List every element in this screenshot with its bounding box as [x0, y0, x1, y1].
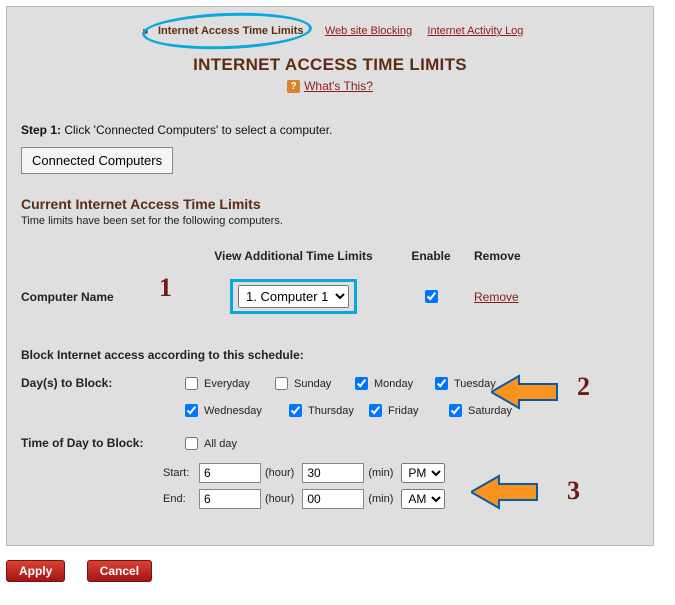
- step1-text: Step 1: Click 'Connected Computers' to s…: [21, 123, 639, 137]
- day-item-thursday[interactable]: Thursday: [285, 401, 365, 420]
- days-grid: Everyday Sunday Monday Tuesday Wednesday Thur…: [181, 374, 541, 420]
- annotation-number-2: 2: [577, 372, 590, 402]
- day-checkbox-friday[interactable]: [369, 404, 382, 417]
- step1-body: Click 'Connected Computers' to select a …: [61, 123, 332, 137]
- day-item-wednesday[interactable]: Wednesday: [181, 401, 285, 420]
- enable-checkbox[interactable]: [425, 290, 438, 303]
- apply-button[interactable]: Apply: [6, 560, 65, 582]
- day-label: Thursday: [308, 405, 354, 417]
- days-label: Day(s) to Block:: [21, 374, 181, 390]
- tab-time-limits-label: Internet Access Time Limits: [158, 25, 304, 37]
- button-bar: Apply Cancel: [6, 560, 675, 582]
- tab-time-limits[interactable]: ■ Internet Access Time Limits: [137, 25, 310, 37]
- day-item-monday[interactable]: Monday: [351, 374, 431, 393]
- limits-table-row: Computer Name 1. Computer 1 Remove 1: [21, 279, 639, 314]
- day-label: Wednesday: [204, 405, 262, 417]
- cancel-button[interactable]: Cancel: [87, 560, 152, 582]
- day-label: Saturday: [468, 405, 512, 417]
- annotation-number-3: 3: [567, 476, 580, 506]
- bullet-icon: ■: [143, 26, 148, 36]
- schedule-head: Block Internet access according to this …: [21, 348, 639, 362]
- page-title: INTERNET ACCESS TIME LIMITS: [21, 55, 639, 75]
- tab-bar: ■ Internet Access Time Limits Web site Bl…: [21, 23, 639, 37]
- all-day-checkbox[interactable]: [185, 437, 198, 450]
- annotation-highlight-select: 1. Computer 1: [230, 279, 357, 314]
- question-icon: ?: [287, 80, 300, 93]
- tab-activity-log[interactable]: Internet Activity Log: [427, 25, 523, 37]
- day-label: Sunday: [294, 378, 331, 390]
- whats-this-link[interactable]: What's This?: [304, 79, 373, 93]
- start-hour-unit: (hour): [265, 467, 294, 479]
- annotation-number-1: 1: [159, 273, 172, 303]
- start-min-input[interactable]: [302, 463, 364, 483]
- day-item-saturday[interactable]: Saturday: [445, 401, 525, 420]
- days-row: Day(s) to Block: Everyday Sunday Monday Tue…: [21, 374, 639, 420]
- end-hour-input[interactable]: [199, 489, 261, 509]
- day-checkbox-everyday[interactable]: [185, 377, 198, 390]
- day-label: Tuesday: [454, 378, 496, 390]
- end-hour-unit: (hour): [265, 493, 294, 505]
- day-item-everyday[interactable]: Everyday: [181, 374, 271, 393]
- end-label: End:: [163, 493, 199, 505]
- end-ampm-select[interactable]: AM: [401, 489, 445, 509]
- col-remove-head: Remove: [466, 249, 554, 263]
- day-item-sunday[interactable]: Sunday: [271, 374, 351, 393]
- end-min-input[interactable]: [302, 489, 364, 509]
- col-enable-head: Enable: [396, 249, 466, 263]
- remove-link[interactable]: Remove: [474, 290, 519, 304]
- day-checkbox-thursday[interactable]: [289, 404, 302, 417]
- day-checkbox-saturday[interactable]: [449, 404, 462, 417]
- day-item-tuesday[interactable]: Tuesday: [431, 374, 511, 393]
- start-min-unit: (min): [368, 467, 393, 479]
- time-label: Time of Day to Block:: [21, 434, 181, 450]
- day-label: Friday: [388, 405, 419, 417]
- start-hour-input[interactable]: [199, 463, 261, 483]
- time-row-block: Time of Day to Block: All day Start: (ho…: [21, 434, 639, 509]
- main-panel: ■ Internet Access Time Limits Web site Bl…: [6, 6, 654, 546]
- limits-table-header: View Additional Time Limits Enable Remov…: [21, 249, 639, 263]
- day-checkbox-monday[interactable]: [355, 377, 368, 390]
- start-ampm-select[interactable]: PM: [401, 463, 445, 483]
- step1-prefix: Step 1:: [21, 123, 61, 137]
- whats-this-row: ? What's This?: [21, 79, 639, 93]
- end-min-unit: (min): [368, 493, 393, 505]
- current-limits-desc: Time limits have been set for the follow…: [21, 215, 639, 227]
- day-item-friday[interactable]: Friday: [365, 401, 445, 420]
- connected-computers-button[interactable]: Connected Computers: [21, 147, 173, 174]
- day-checkbox-sunday[interactable]: [275, 377, 288, 390]
- tab-website-blocking[interactable]: Web site Blocking: [325, 25, 412, 37]
- view-limits-select[interactable]: 1. Computer 1: [238, 285, 349, 308]
- day-label: Monday: [374, 378, 413, 390]
- col-view-head: View Additional Time Limits: [191, 249, 396, 263]
- day-checkbox-wednesday[interactable]: [185, 404, 198, 417]
- start-label: Start:: [163, 467, 199, 479]
- day-label: Everyday: [204, 378, 250, 390]
- current-limits-head: Current Internet Access Time Limits: [21, 196, 639, 212]
- day-checkbox-tuesday[interactable]: [435, 377, 448, 390]
- all-day-label: All day: [204, 438, 237, 450]
